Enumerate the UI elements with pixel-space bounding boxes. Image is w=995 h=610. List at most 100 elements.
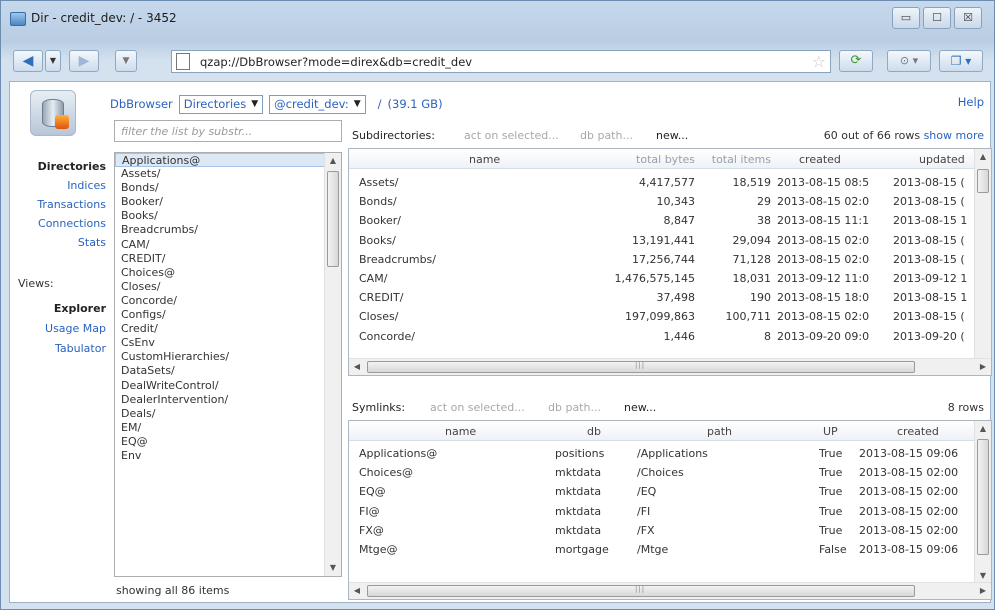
close-button[interactable]: ☒ — [954, 7, 982, 29]
db-size-link[interactable]: (39.1 GB) — [388, 97, 443, 111]
list-item[interactable]: Env — [115, 449, 341, 463]
table-row[interactable]: Assets/4,417,577 18,519 2013-08-15 08:5 201… — [349, 174, 991, 193]
table-row[interactable]: Books/13,191,441 29,094 2013-08-15 02:0 201… — [349, 232, 991, 251]
list-item[interactable]: CAM/ — [115, 238, 341, 252]
scroll-thumb[interactable] — [327, 171, 339, 267]
symlinks-col-db[interactable]: db — [587, 425, 601, 438]
table-row[interactable]: Concorde/1,446 8 2013-09-20 09:0 2013-09-20… — [349, 328, 991, 347]
nav-indices[interactable]: Indices — [10, 179, 106, 192]
list-item[interactable]: Deals/ — [115, 407, 341, 421]
cell-bytes: 37,498 — [656, 291, 696, 305]
table-row[interactable]: Breadcrumbs/17,256,744 71,128 2013-08-15 0… — [349, 251, 991, 270]
scroll-left-icon[interactable]: ◀ — [349, 583, 365, 599]
star-icon[interactable]: ☆ — [812, 52, 826, 71]
list-item[interactable]: Credit/ — [115, 322, 341, 336]
scroll-thumb[interactable] — [977, 439, 989, 555]
table-row[interactable]: Mtge@ mortgage/Mtge False 2013-08-15 09:06 — [349, 541, 991, 560]
view-tabulator[interactable]: Tabulator — [10, 342, 106, 355]
table-row[interactable]: CREDIT/37,498 190 2013-08-15 18:0 2013-08-1… — [349, 289, 991, 308]
symlinks-col-up[interactable]: UP — [823, 425, 838, 438]
subdirs-db-path[interactable]: db path... — [580, 129, 633, 142]
help-link[interactable]: Help — [958, 95, 984, 109]
table-row[interactable]: Closes/197,099,863 100,711 2013-08-15 02:0… — [349, 308, 991, 327]
list-item[interactable]: DealWriteControl/ — [115, 379, 341, 393]
directory-list-scrollbar[interactable]: ▲ ▼ — [324, 153, 341, 576]
minimize-button[interactable]: ▭ — [892, 7, 920, 29]
view-explorer[interactable]: Explorer — [10, 302, 106, 315]
dbbrowser-link[interactable]: DbBrowser — [110, 97, 173, 111]
table-row[interactable]: FX@ mktdata/FX True 2013-08-15 02:00 — [349, 522, 991, 541]
subdirs-act-on-selected[interactable]: act on selected... — [464, 129, 559, 142]
list-item[interactable]: Concorde/ — [115, 294, 341, 308]
cell-created: 2013-08-15 08:5 — [777, 176, 870, 189]
symlinks-col-path[interactable]: path — [707, 425, 732, 438]
mode-select[interactable]: Directories ▼ — [178, 94, 264, 114]
list-item[interactable]: Books/ — [115, 209, 341, 223]
filter-input[interactable]: filter the list by substr... — [114, 120, 342, 142]
subdirs-new[interactable]: new... — [656, 129, 688, 142]
scroll-up-icon[interactable]: ▲ — [975, 421, 991, 437]
path-separator: / — [377, 97, 382, 111]
scroll-left-icon[interactable]: ◀ — [349, 359, 365, 375]
list-item[interactable]: Bonds/ — [115, 181, 341, 195]
symlinks-hscroll[interactable]: ◀ ||| ▶ — [349, 582, 991, 599]
view-usage-map[interactable]: Usage Map — [10, 322, 106, 335]
scroll-down-icon[interactable]: ▼ — [325, 560, 341, 576]
refresh-icon[interactable]: ⟳ — [839, 50, 873, 72]
history-dropdown-icon[interactable]: ▼ — [45, 50, 61, 72]
back-arrow-icon[interactable]: ◀ — [13, 50, 43, 72]
table-row[interactable]: Booker/8,847 38 2013-08-15 11:1 2013-08-15 … — [349, 212, 991, 231]
tools-menu-icon[interactable]: ⊙ ▾ — [887, 50, 931, 72]
table-row[interactable]: FI@ mktdata/FI True 2013-08-15 02:00 — [349, 503, 991, 522]
list-item[interactable]: Breadcrumbs/ — [115, 223, 341, 237]
scroll-right-icon[interactable]: ▶ — [975, 359, 991, 375]
subdirs-col-created[interactable]: created — [799, 153, 841, 166]
list-item[interactable]: DataSets/ — [115, 364, 341, 378]
forward-arrow-icon[interactable]: ▶ — [69, 50, 99, 72]
list-item[interactable]: Configs/ — [115, 308, 341, 322]
subdirs-hscroll[interactable]: ◀ ||| ▶ — [349, 358, 991, 375]
list-item[interactable]: Choices@ — [115, 266, 341, 280]
list-item[interactable]: EM/ — [115, 421, 341, 435]
symlinks-vscroll[interactable]: ▲ ▼ — [974, 421, 991, 584]
symlinks-new[interactable]: new... — [624, 401, 656, 414]
dropdown-icon[interactable]: ▼ — [115, 50, 137, 72]
table-row[interactable]: Bonds/10,343 29 2013-08-15 02:0 2013-08-15 … — [349, 193, 991, 212]
list-item[interactable]: CustomHierarchies/ — [115, 350, 341, 364]
subdirs-vscroll[interactable]: ▲ — [974, 149, 991, 360]
symlinks-col-name[interactable]: name — [445, 425, 476, 438]
table-row[interactable]: CAM/1,476,575,145 18,031 2013-09-12 11:0 20… — [349, 270, 991, 289]
list-item[interactable]: EQ@ — [115, 435, 341, 449]
list-item[interactable]: DealerIntervention/ — [115, 393, 341, 407]
list-item[interactable]: Closes/ — [115, 280, 341, 294]
subdirs-col-updated[interactable]: updated — [919, 153, 965, 166]
nav-stats[interactable]: Stats — [10, 236, 106, 249]
list-item[interactable]: CREDIT/ — [115, 252, 341, 266]
nav-directories[interactable]: Directories — [10, 160, 106, 173]
address-bar[interactable]: qzap://DbBrowser?mode=direx&db=credit_de… — [171, 50, 831, 73]
nav-transactions[interactable]: Transactions — [10, 198, 106, 211]
list-item[interactable]: CsEnv — [115, 336, 341, 350]
list-item[interactable]: Applications@ — [115, 153, 341, 168]
maximize-button[interactable]: ☐ — [923, 7, 951, 29]
scroll-thumb[interactable] — [977, 169, 989, 193]
scroll-right-icon[interactable]: ▶ — [975, 583, 991, 599]
scroll-up-icon[interactable]: ▲ — [975, 149, 991, 165]
subdirs-col-name[interactable]: name — [469, 153, 500, 166]
table-row[interactable]: EQ@ mktdata/EQ True 2013-08-15 02:00 — [349, 483, 991, 502]
nav-connections[interactable]: Connections — [10, 217, 106, 230]
symlinks-col-created[interactable]: created — [897, 425, 939, 438]
show-more-link[interactable]: show more — [924, 129, 984, 142]
scroll-up-icon[interactable]: ▲ — [325, 153, 341, 169]
subdirs-col-items[interactable]: total items — [701, 153, 771, 166]
table-row[interactable]: Applications@ positions/Applications True 2… — [349, 445, 991, 464]
symlinks-act-on-selected[interactable]: act on selected... — [430, 401, 525, 414]
window-menu-icon[interactable]: ❐ ▾ — [939, 50, 983, 72]
symlinks-db-path[interactable]: db path... — [548, 401, 601, 414]
list-item[interactable]: Booker/ — [115, 195, 341, 209]
db-select[interactable]: @credit_dev: ▼ — [269, 94, 366, 114]
list-item[interactable]: Assets/ — [115, 167, 341, 181]
table-row[interactable]: Choices@ mktdata/Choices True 2013-08-15 02… — [349, 464, 991, 483]
subdirs-col-bytes[interactable]: total bytes — [611, 153, 695, 166]
cell-name: Closes/ — [359, 310, 399, 324]
